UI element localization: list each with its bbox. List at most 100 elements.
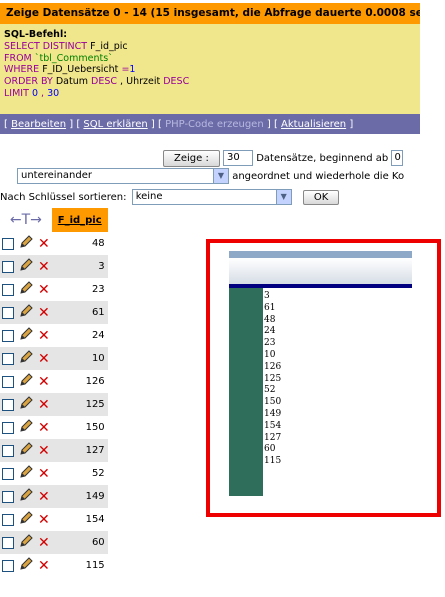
delete-x-icon[interactable]: ✕ bbox=[38, 282, 50, 298]
pencil-icon[interactable] bbox=[18, 441, 34, 460]
row-edit-cell bbox=[16, 531, 36, 554]
row-checkbox[interactable] bbox=[2, 536, 14, 549]
pencil-icon[interactable] bbox=[18, 326, 34, 345]
sql-line-where: WHERE F_ID_Uebersicht =1 bbox=[4, 64, 416, 76]
pencil-icon[interactable] bbox=[18, 487, 34, 506]
row-checkbox[interactable] bbox=[2, 398, 14, 411]
chevron-down-icon[interactable]: ▼ bbox=[213, 169, 228, 183]
row-edit-cell bbox=[16, 232, 36, 255]
sql-field: Uhrzeit bbox=[126, 76, 161, 88]
bracket: ] [ bbox=[150, 119, 162, 130]
display-mode-value: untereinander bbox=[21, 170, 92, 181]
pencil-icon[interactable] bbox=[18, 257, 34, 276]
row-checkbox[interactable] bbox=[2, 306, 14, 319]
delete-x-icon[interactable]: ✕ bbox=[38, 512, 50, 528]
pencil-icon[interactable] bbox=[18, 372, 34, 391]
explain-sql-link[interactable]: SQL erklären bbox=[83, 119, 147, 130]
row-checkbox-cell bbox=[0, 347, 16, 370]
chart-value-label: 126 bbox=[264, 361, 282, 372]
delete-x-icon[interactable]: ✕ bbox=[38, 558, 50, 574]
table-cell-f-id-pic: 60 bbox=[51, 531, 108, 554]
display-mode-select[interactable]: untereinander ▼ bbox=[17, 168, 229, 184]
row-checkbox[interactable] bbox=[2, 329, 14, 342]
pencil-icon[interactable] bbox=[18, 303, 34, 322]
edit-query-link[interactable]: Bearbeiten bbox=[11, 119, 66, 130]
chart-header-band bbox=[229, 251, 412, 258]
row-checkbox[interactable] bbox=[2, 352, 14, 365]
sql-heading: SQL-Befehl: bbox=[4, 29, 67, 40]
table-cell-f-id-pic: 10 bbox=[51, 347, 108, 370]
row-checkbox[interactable] bbox=[2, 283, 14, 296]
sort-key-select[interactable]: keine ▼ bbox=[131, 189, 292, 205]
delete-x-icon[interactable]: ✕ bbox=[38, 489, 50, 505]
delete-x-icon[interactable]: ✕ bbox=[38, 535, 50, 551]
delete-x-icon[interactable]: ✕ bbox=[38, 420, 50, 436]
pencil-icon[interactable] bbox=[18, 395, 34, 414]
row-checkbox[interactable] bbox=[2, 375, 14, 388]
pencil-icon[interactable] bbox=[18, 464, 34, 483]
sql-line-select: SELECT DISTINCT F_id_pic bbox=[4, 41, 416, 53]
row-checkbox[interactable] bbox=[2, 467, 14, 480]
delete-x-icon[interactable]: ✕ bbox=[38, 328, 50, 344]
row-delete-cell: ✕ bbox=[36, 485, 52, 508]
delete-x-icon[interactable]: ✕ bbox=[38, 466, 50, 482]
chart-bar bbox=[229, 288, 263, 496]
table-row: ✕ 10 bbox=[0, 347, 108, 370]
delete-x-icon[interactable]: ✕ bbox=[38, 397, 50, 413]
row-checkbox[interactable] bbox=[2, 421, 14, 434]
chart-value-list: 3 61 48 24 23 10 126 125 52 150 149 154 127 60 115 bbox=[264, 291, 281, 468]
pencil-icon[interactable] bbox=[18, 349, 34, 368]
pencil-icon[interactable] bbox=[18, 280, 34, 299]
pencil-icon[interactable] bbox=[18, 556, 34, 575]
row-checkbox[interactable] bbox=[2, 559, 14, 572]
row-delete-cell: ✕ bbox=[36, 324, 52, 347]
row-checkbox[interactable] bbox=[2, 237, 14, 250]
row-checkbox-cell bbox=[0, 393, 16, 416]
row-checkbox[interactable] bbox=[2, 513, 14, 526]
row-checkbox-cell bbox=[0, 232, 16, 255]
start-row-input[interactable]: 0 bbox=[391, 150, 404, 166]
delete-x-icon[interactable]: ✕ bbox=[38, 259, 50, 275]
table-cell-f-id-pic: 52 bbox=[51, 462, 108, 485]
pencil-icon[interactable] bbox=[18, 510, 34, 529]
pencil-icon[interactable] bbox=[18, 234, 34, 253]
chart-value-label: 24 bbox=[264, 326, 276, 337]
table-row: ✕ 149 bbox=[0, 485, 108, 508]
row-checkbox-cell bbox=[0, 370, 16, 393]
refresh-link[interactable]: Aktualisieren bbox=[281, 119, 346, 130]
column-header-f-id-pic[interactable]: F_id_pic bbox=[51, 208, 108, 232]
sql-keyword: FROM bbox=[4, 52, 32, 64]
table-cell-f-id-pic: 125 bbox=[51, 393, 108, 416]
delete-x-icon[interactable]: ✕ bbox=[38, 374, 50, 390]
table-row: ✕ 60 bbox=[0, 531, 108, 554]
column-arrows-icon[interactable]: ←T→ bbox=[0, 208, 52, 232]
row-checkbox[interactable] bbox=[2, 490, 14, 503]
chart-value-label: 23 bbox=[264, 338, 276, 349]
row-checkbox[interactable] bbox=[2, 260, 14, 273]
table-cell-f-id-pic: 126 bbox=[51, 370, 108, 393]
row-checkbox-cell bbox=[0, 416, 16, 439]
chart-value-label: 61 bbox=[264, 302, 276, 313]
chevron-down-icon[interactable]: ▼ bbox=[275, 190, 291, 204]
row-checkbox-cell bbox=[0, 324, 16, 347]
row-edit-cell bbox=[16, 347, 36, 370]
sql-keyword: DESC bbox=[91, 76, 118, 88]
row-edit-cell bbox=[16, 393, 36, 416]
row-delete-cell: ✕ bbox=[36, 462, 52, 485]
sql-number: 1 bbox=[129, 64, 136, 76]
delete-x-icon[interactable]: ✕ bbox=[38, 305, 50, 321]
pencil-icon[interactable] bbox=[18, 418, 34, 437]
sort-ok-button[interactable]: OK bbox=[302, 190, 340, 205]
create-php-code-link[interactable]: PHP-Code erzeugen bbox=[165, 119, 264, 130]
row-checkbox-cell bbox=[0, 255, 16, 278]
row-edit-cell bbox=[16, 508, 36, 531]
delete-x-icon[interactable]: ✕ bbox=[38, 351, 50, 367]
pencil-icon[interactable] bbox=[18, 533, 34, 552]
rows-count-input[interactable]: 30 bbox=[223, 150, 254, 166]
row-checkbox[interactable] bbox=[2, 444, 14, 457]
show-rows-button[interactable]: Zeige : bbox=[163, 150, 220, 167]
chart-value-label: 127 bbox=[264, 432, 282, 443]
delete-x-icon[interactable]: ✕ bbox=[38, 236, 50, 252]
delete-x-icon[interactable]: ✕ bbox=[38, 443, 50, 459]
row-edit-cell bbox=[16, 462, 36, 485]
